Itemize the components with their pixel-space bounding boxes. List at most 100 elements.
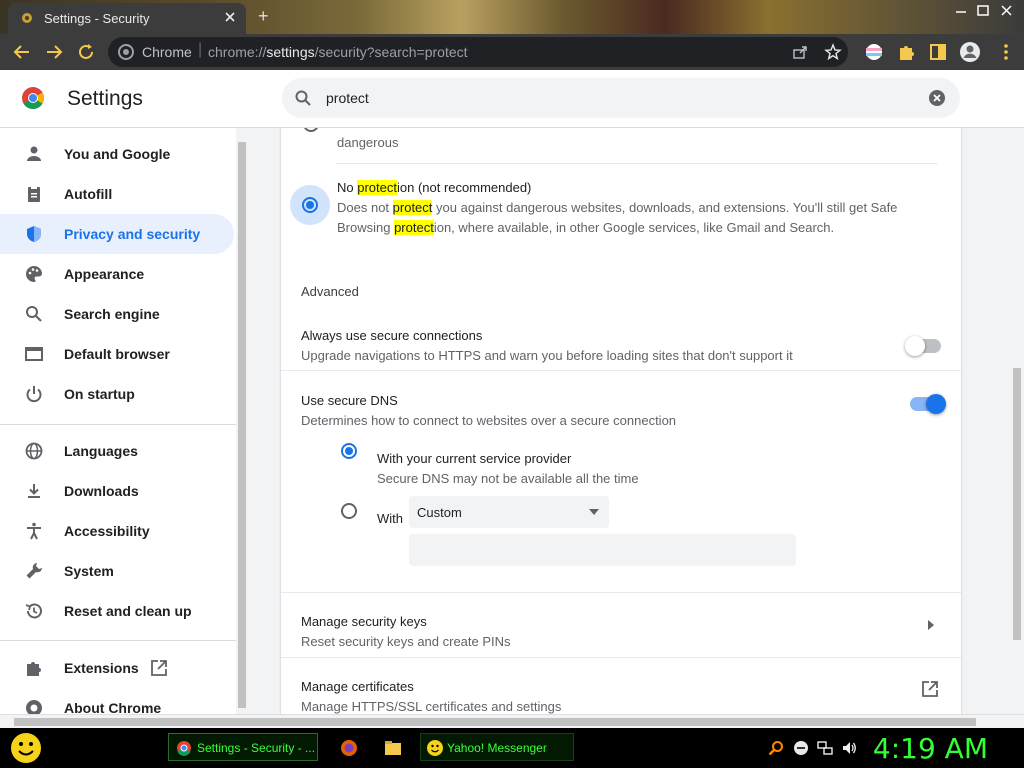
chrome-logo-icon	[21, 86, 45, 110]
sidebar-item-privacy-and-security[interactable]: Privacy and security	[0, 214, 234, 254]
tab-title: Settings - Security	[44, 11, 150, 26]
minus-tray-icon[interactable]	[793, 740, 809, 756]
no-protection-desc-line1: Does not protect you against dangerous w…	[337, 200, 898, 215]
url-text: chrome://settings/security?search=protec…	[208, 44, 468, 60]
yahoo-smiley-icon	[426, 739, 444, 757]
divider	[336, 163, 938, 164]
settings-sidebar: You and Google Autofill Privacy and secu…	[0, 128, 236, 714]
share-icon[interactable]	[792, 44, 808, 60]
taskbar-item-yahoo-messenger[interactable]: Yahoo! Messenger	[420, 733, 574, 761]
external-link-icon	[921, 680, 939, 698]
firefox-icon[interactable]	[340, 739, 358, 757]
custom-dns-input[interactable]	[409, 534, 796, 566]
magnifier-tray-icon[interactable]	[768, 740, 784, 756]
volume-tray-icon[interactable]	[841, 740, 857, 756]
radio-no-protection[interactable]	[302, 197, 318, 213]
shield-icon	[24, 224, 44, 244]
file-manager-icon[interactable]	[384, 739, 402, 757]
search-icon	[24, 304, 44, 324]
custom-provider-select[interactable]: Custom	[409, 496, 609, 528]
no-protection-desc-line2: Browsing protection, where available, in…	[337, 220, 835, 235]
toggle-knob	[926, 394, 946, 414]
clipboard-icon	[24, 184, 44, 204]
sidebar-item-default-browser[interactable]: Default browser	[0, 334, 234, 374]
secure-dns-toggle[interactable]	[910, 394, 946, 414]
main-scroll-thumb[interactable]	[1013, 368, 1021, 640]
manage-certificates-row[interactable]: Manage certificates Manage HTTPS/SSL cer…	[281, 658, 961, 714]
forward-arrow-icon[interactable]	[42, 40, 66, 64]
main-scrollbar[interactable]	[1010, 128, 1024, 714]
settings-main: dangerous No protection (not recommended…	[248, 128, 1010, 714]
security-keys-desc: Reset security keys and create PINs	[301, 634, 511, 649]
history-icon	[24, 601, 44, 621]
radio-standard-protection[interactable]	[303, 128, 319, 132]
new-tab-icon[interactable]: +	[258, 6, 278, 26]
browser-toolbar: Chrome | chrome://settings/security?sear…	[0, 34, 1024, 70]
puzzle-icon	[24, 658, 44, 678]
sidebar-item-about-chrome[interactable]: About Chrome	[0, 688, 234, 714]
chrome-site-icon	[118, 44, 134, 60]
horizontal-scroll-thumb[interactable]	[14, 718, 976, 726]
sidebar-item-autofill[interactable]: Autofill	[0, 174, 234, 214]
sidebar-item-reset-and-clean-up[interactable]: Reset and clean up	[0, 591, 234, 631]
with-label: With	[377, 511, 403, 526]
search-query[interactable]: protect	[326, 90, 369, 106]
window-controls[interactable]	[938, 2, 1018, 20]
profile-flag-icon[interactable]	[862, 40, 886, 64]
sidebar-scrollbar[interactable]	[236, 128, 248, 714]
back-arrow-icon[interactable]	[10, 40, 34, 64]
no-protection-title: No protection (not recommended)	[337, 180, 532, 195]
dropdown-arrow-icon	[589, 509, 599, 515]
profile-avatar-icon[interactable]	[958, 40, 982, 64]
sidebar-item-appearance[interactable]: Appearance	[0, 254, 234, 294]
advanced-heading: Advanced	[301, 284, 359, 299]
palette-icon	[24, 264, 44, 284]
person-icon	[24, 144, 44, 164]
security-card: dangerous No protection (not recommended…	[281, 128, 961, 714]
start-smiley-icon[interactable]	[8, 730, 44, 766]
security-keys-title: Manage security keys	[301, 614, 427, 629]
manage-security-keys-row[interactable]: Manage security keys Reset security keys…	[281, 593, 961, 657]
bookmark-star-icon[interactable]	[824, 43, 842, 61]
secure-connections-toggle[interactable]	[905, 336, 941, 356]
divider	[281, 370, 961, 371]
certificates-desc: Manage HTTPS/SSL certificates and settin…	[301, 699, 562, 714]
taskbar-item-chrome[interactable]: Settings - Security - ...	[168, 733, 318, 761]
tab-settings-security[interactable]: Settings - Security	[8, 3, 246, 34]
sidebar-item-you-and-google[interactable]: You and Google	[0, 134, 234, 174]
sidebar-scroll-thumb[interactable]	[238, 142, 246, 708]
browser-icon	[24, 344, 44, 364]
horizontal-scrollbar[interactable]	[0, 714, 1024, 728]
reload-icon[interactable]	[74, 40, 98, 64]
url-separator: |	[198, 41, 203, 58]
search-icon	[294, 89, 312, 107]
chevron-right-icon	[928, 620, 934, 630]
address-bar[interactable]: Chrome | chrome://settings/security?sear…	[108, 37, 848, 67]
clear-search-icon[interactable]	[928, 89, 946, 107]
menu-kebab-icon[interactable]	[994, 40, 1018, 64]
sidebar-item-search-engine[interactable]: Search engine	[0, 294, 234, 334]
download-icon	[24, 481, 44, 501]
settings-title: Settings	[67, 87, 143, 110]
sidebar-item-languages[interactable]: Languages	[0, 431, 234, 471]
globe-icon	[24, 441, 44, 461]
side-panel-icon[interactable]	[926, 40, 950, 64]
radio-custom-provider[interactable]	[341, 503, 357, 519]
sidebar-item-accessibility[interactable]: Accessibility	[0, 511, 234, 551]
current-provider-label: With your current service provider	[377, 451, 572, 466]
radio-current-provider[interactable]	[341, 443, 357, 459]
chrome-icon	[176, 740, 192, 756]
sidebar-item-system[interactable]: System	[0, 551, 234, 591]
extensions-puzzle-icon[interactable]	[894, 40, 918, 64]
wrench-icon	[24, 561, 44, 581]
accessibility-icon	[24, 521, 44, 541]
settings-search-field[interactable]: protect	[282, 78, 960, 118]
power-icon	[24, 384, 44, 404]
network-tray-icon[interactable]	[817, 740, 833, 756]
current-provider-desc: Secure DNS may not be available all the …	[377, 471, 639, 486]
sidebar-item-extensions[interactable]: Extensions	[0, 648, 234, 688]
sidebar-item-downloads[interactable]: Downloads	[0, 471, 234, 511]
tab-close-icon[interactable]	[222, 9, 238, 25]
sidebar-item-on-startup[interactable]: On startup	[0, 374, 234, 414]
os-taskbar: Settings - Security - ... Yahoo! Messeng…	[0, 728, 1024, 768]
